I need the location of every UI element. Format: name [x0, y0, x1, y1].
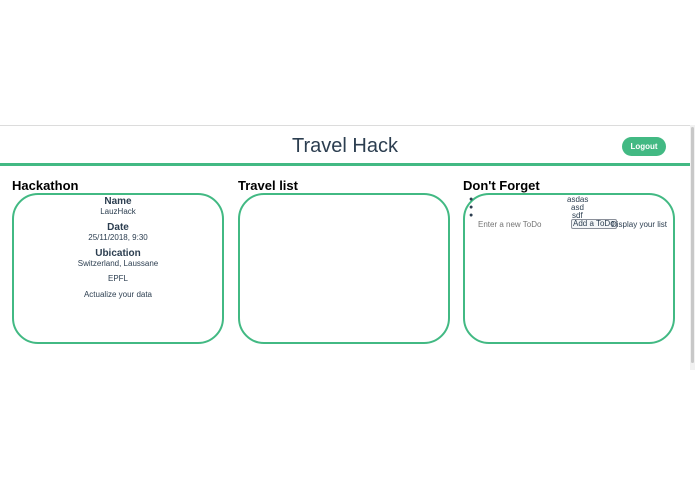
bullet-icon: ●	[469, 196, 474, 203]
name-label: Name	[104, 196, 132, 207]
logout-button[interactable]: Logout	[622, 137, 666, 156]
vertical-scrollbar[interactable]	[690, 125, 695, 370]
ubication-info: Ubication Switzerland, Laussane	[14, 248, 222, 268]
scrollbar-thumb[interactable]	[691, 127, 694, 363]
list-item: ● asdas	[465, 196, 673, 204]
date-value: 25/11/2018, 9:30	[88, 233, 148, 242]
dont-forget-card: ● asdas ● asd ● sdf Add a ToDo Display y…	[463, 193, 675, 344]
bullet-icon: ●	[469, 212, 474, 219]
todo-list: ● asdas ● asd ● sdf	[465, 196, 673, 220]
hackathon-info: Name LauzHack	[14, 196, 222, 216]
display-list-link[interactable]: Display your list	[611, 220, 667, 229]
add-todo-button[interactable]: Add a ToDo	[571, 219, 617, 229]
venue-info: EPFL	[14, 274, 222, 283]
hackathon-card: Name LauzHack Date 25/11/2018, 9:30 Ubic…	[12, 193, 224, 344]
date-info: Date 25/11/2018, 9:30	[14, 222, 222, 242]
travel-list-title: Travel list	[238, 178, 298, 193]
header-underline	[0, 163, 690, 166]
venue-value: EPFL	[107, 274, 128, 283]
date-label: Date	[107, 222, 129, 233]
list-item: ● asd	[465, 204, 673, 212]
page-title: Travel Hack	[292, 135, 398, 157]
actualize-info[interactable]: Actualize your data	[14, 290, 222, 299]
dont-forget-title: Don't Forget	[463, 178, 540, 193]
travel-list-card	[238, 193, 450, 344]
actualize-data-link[interactable]: Actualize your data	[14, 290, 222, 299]
ubication-label: Ubication	[95, 248, 141, 259]
header: Travel Hack Logout	[0, 126, 690, 164]
bullet-icon: ●	[469, 204, 474, 211]
hackathon-title: Hackathon	[12, 178, 79, 193]
new-todo-input[interactable]	[478, 218, 568, 230]
ubication-value: Switzerland, Laussane	[77, 259, 159, 268]
name-value: LauzHack	[100, 207, 136, 216]
